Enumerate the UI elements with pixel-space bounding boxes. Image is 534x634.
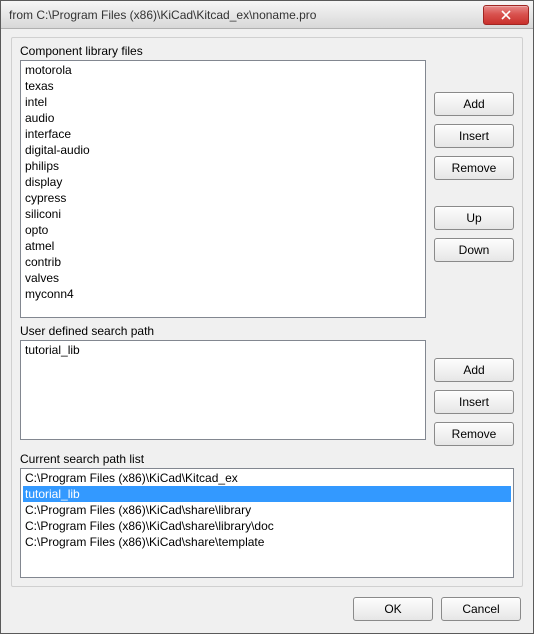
remove-button[interactable]: Remove xyxy=(434,156,514,180)
current-paths-label: Current search path list xyxy=(20,452,514,466)
list-item[interactable]: contrib xyxy=(23,254,423,270)
list-item[interactable]: texas xyxy=(23,78,423,94)
list-item[interactable]: audio xyxy=(23,110,423,126)
client-area: Component library files motorolatexasint… xyxy=(1,29,533,633)
main-groupbox: Component library files motorolatexasint… xyxy=(11,37,523,587)
list-item[interactable]: C:\Program Files (x86)\KiCad\share\libra… xyxy=(23,502,511,518)
component-libs-row: motorolatexasintelaudiointerfacedigital-… xyxy=(20,60,514,318)
dialog-footer: OK Cancel xyxy=(11,591,523,623)
button-gap xyxy=(434,188,514,198)
down-button[interactable]: Down xyxy=(434,238,514,262)
close-icon xyxy=(501,10,511,20)
list-item[interactable]: interface xyxy=(23,126,423,142)
component-libs-buttons: Add Insert Remove Up Down xyxy=(434,60,514,262)
list-item[interactable]: digital-audio xyxy=(23,142,423,158)
current-paths-listbox[interactable]: C:\Program Files (x86)\KiCad\Kitcad_extu… xyxy=(20,468,514,578)
list-item[interactable]: opto xyxy=(23,222,423,238)
component-libs-label: Component library files xyxy=(20,44,514,58)
add-button[interactable]: Add xyxy=(434,92,514,116)
user-search-path-row: tutorial_lib Add Insert Remove xyxy=(20,340,514,446)
list-item[interactable]: C:\Program Files (x86)\KiCad\share\libra… xyxy=(23,518,511,534)
list-item[interactable]: intel xyxy=(23,94,423,110)
list-item[interactable]: motorola xyxy=(23,62,423,78)
remove-button[interactable]: Remove xyxy=(434,422,514,446)
user-search-path-listbox[interactable]: tutorial_lib xyxy=(20,340,426,440)
list-item[interactable]: tutorial_lib xyxy=(23,486,511,502)
list-item[interactable]: display xyxy=(23,174,423,190)
dialog-window: from C:\Program Files (x86)\KiCad\Kitcad… xyxy=(0,0,534,634)
add-button[interactable]: Add xyxy=(434,358,514,382)
close-button[interactable] xyxy=(483,5,529,25)
component-libs-listbox[interactable]: motorolatexasintelaudiointerfacedigital-… xyxy=(20,60,426,318)
list-item[interactable]: siliconi xyxy=(23,206,423,222)
list-item[interactable]: valves xyxy=(23,270,423,286)
list-item[interactable]: C:\Program Files (x86)\KiCad\Kitcad_ex xyxy=(23,470,511,486)
user-search-path-label: User defined search path xyxy=(20,324,514,338)
list-item[interactable]: cypress xyxy=(23,190,423,206)
list-item[interactable]: philips xyxy=(23,158,423,174)
cancel-button[interactable]: Cancel xyxy=(441,597,521,621)
insert-button[interactable]: Insert xyxy=(434,390,514,414)
ok-button[interactable]: OK xyxy=(353,597,433,621)
up-button[interactable]: Up xyxy=(434,206,514,230)
titlebar[interactable]: from C:\Program Files (x86)\KiCad\Kitcad… xyxy=(1,1,533,29)
list-item[interactable]: tutorial_lib xyxy=(23,342,423,358)
insert-button[interactable]: Insert xyxy=(434,124,514,148)
user-search-path-buttons: Add Insert Remove xyxy=(434,340,514,446)
list-item[interactable]: C:\Program Files (x86)\KiCad\share\templ… xyxy=(23,534,511,550)
window-title: from C:\Program Files (x86)\KiCad\Kitcad… xyxy=(9,8,483,22)
list-item[interactable]: atmel xyxy=(23,238,423,254)
list-item[interactable]: myconn4 xyxy=(23,286,423,302)
